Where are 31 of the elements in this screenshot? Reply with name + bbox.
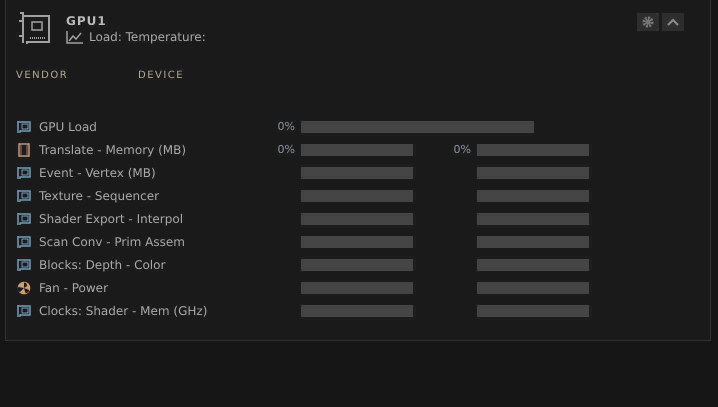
graphics-card-icon <box>17 120 31 132</box>
collapse-button[interactable] <box>662 13 684 31</box>
sensor-label: GPU Load <box>39 120 98 134</box>
sensor-label: Texture - Sequencer <box>39 188 160 202</box>
column-header: DEVICE <box>138 70 186 81</box>
graphics-card-icon <box>17 166 31 178</box>
percent-reading: 0% <box>452 143 471 156</box>
summary-text: Load: Temperature: <box>89 30 206 44</box>
chevron-up-icon <box>667 18 679 26</box>
sensor-label: Translate - Memory (MB) <box>39 142 188 156</box>
graphics-card-icon <box>17 212 31 224</box>
graphics-card-icon <box>17 304 31 316</box>
graphics-card-icon <box>17 236 31 248</box>
gear-icon <box>642 16 654 28</box>
sensor-label: Clocks: Shader - Mem (GHz) <box>39 304 208 318</box>
graphics-card-icon <box>18 12 52 44</box>
device-name: GPU1 <box>66 14 108 28</box>
sensor-label: Fan - Power <box>39 280 109 294</box>
percent-reading: 0% <box>276 120 295 133</box>
memory-chip-icon <box>17 142 31 156</box>
column-header: VENDOR <box>16 70 70 81</box>
sensor-label: Blocks: Depth - Color <box>39 258 166 272</box>
sensor-label: Shader Export - Interpol <box>39 212 184 226</box>
settings-button[interactable] <box>637 13 659 31</box>
percent-reading: 0% <box>276 143 295 156</box>
graphics-card-icon <box>17 258 31 270</box>
sensor-label: Event - Vertex (MB) <box>39 166 157 180</box>
graphics-card-icon <box>17 190 31 202</box>
sensor-label: Scan Conv - Prim Assem <box>39 234 186 248</box>
line-chart-icon <box>66 30 83 44</box>
fan-icon <box>17 280 31 294</box>
